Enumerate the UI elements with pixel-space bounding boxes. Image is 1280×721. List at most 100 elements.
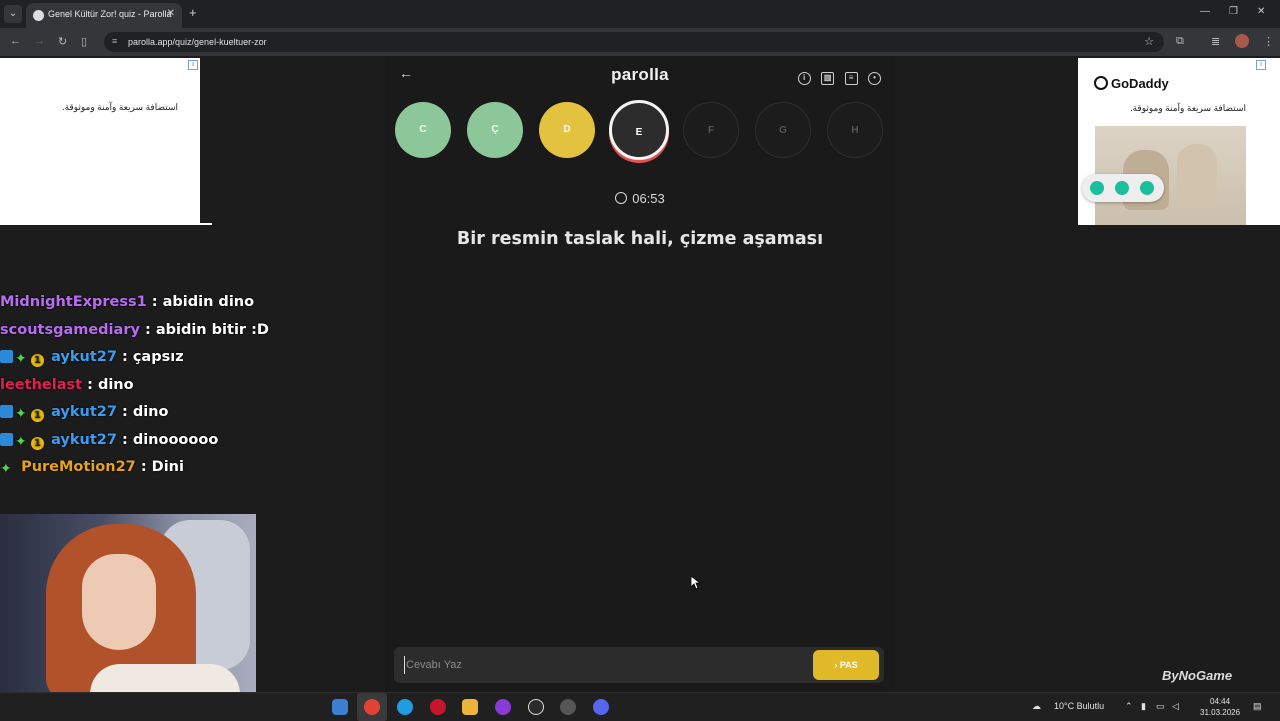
leaderboard-icon[interactable]: ▥ (821, 72, 835, 85)
address-bar[interactable]: ≡ parolla.app/quiz/genel-kueltuer-zor ☆ (104, 32, 1164, 52)
timer-value: 06:53 (632, 191, 665, 206)
chevron-right-icon: › (834, 660, 838, 670)
url-text: parolla.app/quiz/genel-kueltuer-zor (128, 37, 267, 47)
clock-time: 04:44 (1210, 697, 1231, 706)
chat-message: MidnightExpress1 : abidin dino (0, 294, 320, 322)
letter-f: F (683, 102, 739, 158)
chat-text: : Dini (135, 459, 184, 475)
countdown-timer: 06:53 (385, 191, 895, 206)
subscriber-badge-icon (0, 405, 13, 418)
header-icons: i ▥ ≡ • (792, 67, 881, 85)
side-panel-icon[interactable]: ▯ (81, 35, 87, 48)
right-ad-banner[interactable]: GoDaddy استضافة سريعة وآمنة وموثوقة. i (1066, 58, 1280, 225)
godaddy-brand: GoDaddy (1111, 76, 1169, 91)
feature-icon (1115, 181, 1129, 195)
info-icon[interactable]: i (797, 72, 811, 85)
answer-bar: › PAS (394, 647, 884, 683)
answer-input[interactable] (404, 656, 794, 674)
feature-icon (1090, 181, 1104, 195)
chat-message: scoutsgamediary : abidin bitir :D (0, 322, 320, 350)
settings-gear-icon[interactable] (560, 699, 576, 715)
sparkle-badge-icon: ✦ (15, 351, 27, 367)
comments-icon[interactable]: ≡ (844, 72, 858, 85)
system-clock[interactable]: 04:44 31.03.2026 (1200, 696, 1240, 718)
minimize-icon[interactable]: — (1200, 6, 1210, 17)
browser-tab-bar: ⌄ Genel Kültür Zor! quiz - Parolla ✕ + —… (0, 0, 1280, 28)
reload-icon[interactable]: ↻ (58, 35, 67, 48)
chat-username: MidnightExpress1 (0, 294, 147, 310)
edge-icon[interactable] (397, 699, 413, 715)
browser-toolbar: ← → ↻ ▯ ≡ parolla.app/quiz/genel-kueltue… (0, 28, 1280, 56)
restore-icon[interactable]: ❐ (1229, 6, 1238, 17)
chat-username: aykut27 (51, 431, 117, 448)
chat-message: ✦ 1 aykut27 : dinoooooo (0, 432, 320, 460)
sparkle-badge-icon: ✦ (0, 461, 12, 477)
microphone-icon[interactable]: ▮ (1141, 701, 1146, 712)
windows-taskbar: ☁ 10°C Bulutlu ⌃ ▮ ▭ ◁ 04:44 31.03.2026 … (0, 692, 1280, 721)
tab-title: Genel Kültür Zor! quiz - Parolla (48, 9, 172, 19)
pass-button[interactable]: › PAS (813, 650, 879, 680)
media-icon[interactable]: ≣ (1211, 35, 1220, 48)
mouse-cursor (690, 575, 702, 590)
ad-divider (200, 56, 212, 223)
ad-divider (1066, 56, 1078, 225)
ad-feature-pills (1082, 174, 1164, 202)
tab-search-chevron-icon[interactable]: ⌄ (4, 5, 22, 23)
stream-chat: MidnightExpress1 : abidin dino scoutsgam… (0, 294, 320, 487)
tab-favicon-icon (33, 10, 44, 21)
chat-text: : dinoooooo (116, 431, 219, 448)
letter-d: D (539, 102, 595, 158)
back-icon[interactable]: ← (10, 35, 21, 47)
close-window-icon[interactable]: ✕ (1257, 6, 1265, 17)
gold-badge-icon: 1 (31, 354, 44, 367)
bookmark-star-icon[interactable]: ☆ (1144, 35, 1154, 48)
tray-chevron-icon[interactable]: ⌃ (1125, 701, 1133, 712)
forward-icon[interactable]: → (34, 35, 45, 47)
obs-icon[interactable] (495, 699, 511, 715)
weather-cloud-icon: ☁ (1032, 701, 1041, 711)
file-explorer-icon[interactable] (332, 699, 348, 715)
pass-label: PAS (839, 660, 858, 670)
chrome-icon[interactable] (364, 699, 380, 715)
chat-message: ✦ 1 aykut27 : dino (0, 404, 320, 432)
extensions-icon[interactable]: ⧉ (1176, 35, 1184, 48)
chat-username: leethelast (0, 376, 83, 393)
chat-text: : abidin dino (146, 294, 255, 310)
weather-text[interactable]: 10°C Bulutlu (1054, 701, 1104, 711)
letter-c: C (395, 102, 451, 158)
chat-message: leethelast : dino (0, 377, 320, 405)
letter-c-cedilla: Ç (467, 102, 523, 158)
streamer-face (82, 554, 156, 650)
subscriber-badge-icon (0, 350, 13, 363)
notification-icon[interactable]: ▤ (1253, 701, 1262, 712)
chat-username: scoutsgamediary (0, 321, 140, 338)
ad-choices-icon[interactable]: i (188, 60, 198, 70)
bynogame-watermark: ByNoGame (1162, 668, 1232, 683)
chat-text: : dino (116, 404, 169, 420)
question-text: Bir resmin taslak hali, çizme aşaması (456, 229, 824, 249)
volume-icon[interactable]: ◁ (1172, 701, 1179, 712)
opera-icon[interactable] (430, 699, 446, 715)
user-icon[interactable]: • (868, 72, 881, 85)
vase (1177, 144, 1217, 210)
chat-username: aykut27 (51, 404, 117, 420)
chat-message: ✦ 1 aykut27 : çapsız (0, 349, 320, 377)
ad-choices-icon[interactable]: i (1256, 60, 1266, 70)
menu-icon[interactable]: ⋮ (1263, 35, 1274, 48)
discord-icon[interactable] (593, 699, 609, 715)
chat-username: PureMotion27 (21, 459, 136, 475)
network-icon[interactable]: ▭ (1156, 701, 1165, 712)
steam-icon[interactable] (528, 699, 544, 715)
left-ad-banner[interactable]: استضافة سريعة وآمنة وموثوقة. i (0, 58, 212, 225)
tab-close-icon[interactable]: ✕ (167, 8, 175, 19)
browser-tab[interactable]: Genel Kültür Zor! quiz - Parolla ✕ (26, 3, 182, 28)
page-content: استضافة سريعة وآمنة وموثوقة. i MidnightE… (0, 56, 1280, 692)
new-tab-icon[interactable]: + (189, 5, 197, 20)
clock-icon (615, 192, 628, 204)
letter-g: G (755, 102, 811, 158)
app-icon[interactable] (462, 699, 478, 715)
chat-text: : dino (82, 376, 134, 393)
site-info-icon[interactable]: ≡ (112, 36, 117, 46)
streamer-webcam (0, 514, 256, 692)
profile-avatar[interactable] (1235, 34, 1249, 48)
